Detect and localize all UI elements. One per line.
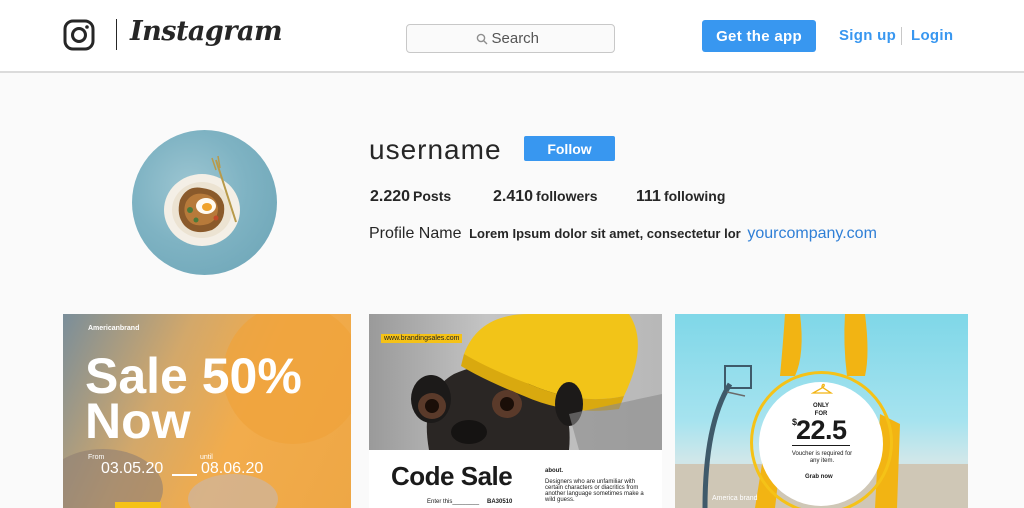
following-count-label: following [663,188,726,204]
profile-bio: Profile Name Lorem Ipsum dolor sit amet,… [369,225,877,243]
pug-photo: www.brandingsales.com [369,314,662,450]
profile-name: Profile Name [369,225,462,242]
post-brand-label: Americanbrand [88,325,140,332]
post-until-date: 08.06.20 [201,460,264,477]
profile-avatar[interactable] [132,130,277,275]
post-code-sale-title: Code Sale [391,461,513,491]
hanger-icon [811,383,833,394]
post-about-label: about. [545,468,563,474]
search-icon [476,33,487,44]
post-description: Designers who are unfamiliar with certai… [545,479,644,503]
post-brand-label: America brand [712,495,758,502]
voucher-note: Voucher is required for any item. [791,451,853,464]
follow-button[interactable]: Follow [524,136,615,161]
search-box[interactable] [406,24,615,53]
bio-website-link[interactable]: yourcompany.com [747,225,877,242]
food-plate-image [164,155,240,246]
post-enter-label: Enter this________ [427,499,480,505]
instagram-camera-icon[interactable] [63,19,95,51]
profile-username: username [369,134,502,165]
post-thumbnail-voucher[interactable]: ONLY FOR $ 22.5 Voucher is required for … [675,314,968,508]
search-input[interactable] [491,30,546,47]
post-sale-headline: Sale 50% Now [85,351,302,449]
post-promo-code: BA30510 [487,499,513,505]
following-count[interactable]: 111 following [636,188,725,206]
voucher-grab-now: Grab now [805,474,833,480]
date-separator-line [172,474,197,476]
posts-count: 2.220 Posts [370,188,451,206]
instagram-wordmark[interactable]: Instagram [130,16,283,47]
login-link[interactable]: Login [911,27,953,44]
post-thumbnail-sale[interactable]: Americanbrand Sale 50% Now From until 03… [63,314,351,508]
logo-divider [116,19,117,50]
following-count-value: 111 [636,188,661,205]
post-from-date: 03.05.20 [101,460,164,477]
nav-divider [901,27,902,45]
followers-count-value: 2.410 [493,188,534,205]
posts-count-label: Posts [413,188,452,204]
post-thumbnail-code-sale[interactable]: www.brandingsales.com Code Sale about. D… [369,314,662,508]
posts-count-value: 2.220 [370,188,411,205]
voucher-price: 22.5 [796,415,847,445]
post-url-tag: www.brandingsales.com [381,334,463,343]
voucher-divider [792,445,850,446]
top-nav-bar: Instagram Get the app Sign up Login [0,0,1024,73]
post-sale-headline-line2: Now [85,393,191,449]
get-the-app-button[interactable]: Get the app [702,20,816,52]
bio-text: Lorem Ipsum dolor sit amet, consectetur … [469,226,741,241]
followers-count[interactable]: 2.410 followers [493,188,598,206]
accent-bar [115,502,161,508]
followers-count-label: followers [536,188,598,204]
sign-up-link[interactable]: Sign up [839,27,896,44]
